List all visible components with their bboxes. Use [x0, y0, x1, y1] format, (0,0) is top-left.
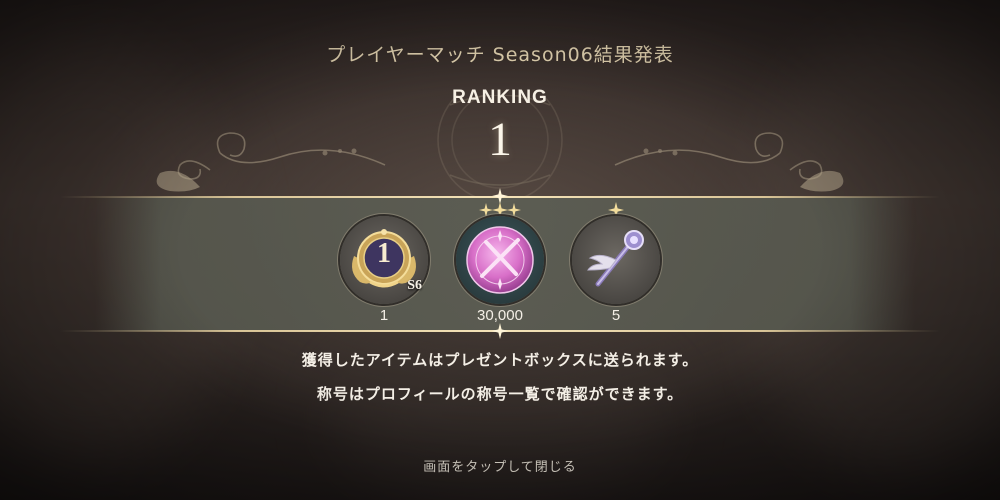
- result-title: プレイヤーマッチ Season06結果発表: [326, 44, 674, 66]
- reward-item-staff[interactable]: 5: [566, 202, 666, 324]
- pink-crystal-orb-icon: [466, 226, 534, 294]
- reward-icon-frame: [572, 216, 660, 304]
- winged-staff-icon: [587, 230, 644, 287]
- reward-count: 30,000: [477, 307, 523, 324]
- reward-icon-frame: 1 S6: [340, 216, 428, 304]
- reward-item-crystal[interactable]: 30,000: [450, 202, 550, 324]
- medal-rank-number: 1: [377, 238, 391, 269]
- title-list-notice: 称号はプロフィールの称号一覧で確認ができます。: [316, 385, 684, 403]
- ranking-label: RANKING: [452, 87, 548, 108]
- medal-season-label: S6: [407, 278, 422, 293]
- reward-item-title-medal[interactable]: 1 S6 1: [334, 216, 434, 324]
- reward-count: 5: [611, 307, 621, 324]
- reward-icon-frame: [456, 216, 544, 304]
- tap-to-close-hint[interactable]: 画面をタップして閉じる: [0, 456, 1000, 475]
- reward-count: 1: [379, 307, 389, 324]
- present-box-notice: 獲得したアイテムはプレゼントボックスに送られます。: [301, 351, 699, 369]
- ranking-value: 1: [488, 113, 512, 166]
- sparkle-icon: [492, 323, 508, 339]
